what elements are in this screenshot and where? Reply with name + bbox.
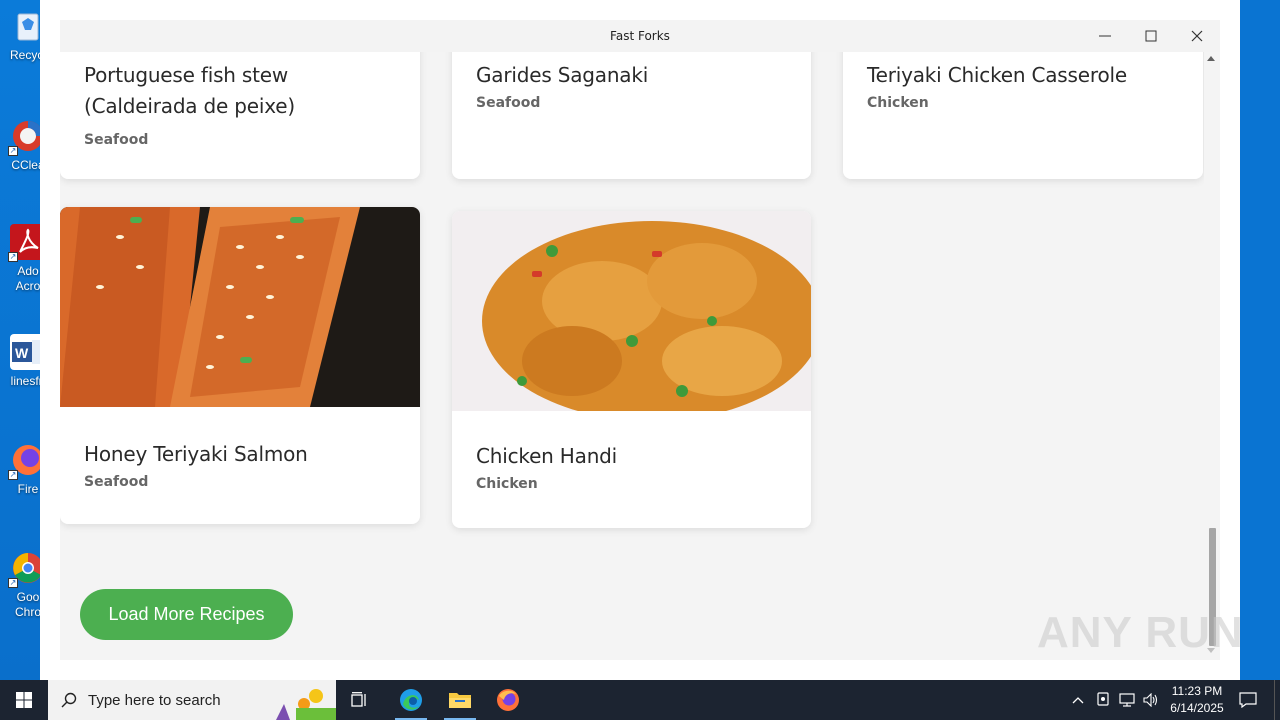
start-button[interactable] <box>0 680 48 720</box>
shortcut-arrow-icon: ↗ <box>8 578 18 588</box>
chevron-up-icon <box>1072 697 1084 704</box>
recipe-name: Garides Saganaki <box>476 63 649 87</box>
clock-time: 11:23 PM <box>1171 684 1223 698</box>
network-icon <box>1119 693 1135 707</box>
close-icon <box>1191 30 1203 42</box>
app-window: Fast Forks Portuguese fish stew (Caldeir… <box>40 0 1240 680</box>
windows-logo-icon <box>16 692 32 708</box>
recipe-category: Seafood <box>476 95 541 111</box>
minimize-icon <box>1099 35 1111 37</box>
vertical-scrollbar[interactable] <box>1204 52 1220 660</box>
close-button[interactable] <box>1174 20 1220 52</box>
volume-button[interactable] <box>1140 680 1162 720</box>
notification-icon <box>1239 692 1257 708</box>
shortcut-arrow-icon: ↗ <box>8 470 18 480</box>
taskbar: Type here to search 11:23 PM 6/14/2025 <box>0 680 1280 720</box>
search-icon <box>61 692 77 708</box>
recipe-card[interactable]: Teriyaki Chicken Casserole Chicken <box>843 52 1203 179</box>
task-view-icon <box>351 692 366 707</box>
taskbar-search-box[interactable]: Type here to search <box>48 680 336 720</box>
task-view-button[interactable] <box>336 680 384 720</box>
firefox-icon <box>497 689 519 711</box>
recipe-category: Seafood <box>84 132 149 148</box>
recipe-name: Teriyaki Chicken Casserole <box>867 63 1127 87</box>
window-title: Fast Forks <box>610 29 670 43</box>
clock-date: 6/14/2025 <box>1170 701 1224 715</box>
device-icon <box>1097 692 1109 706</box>
recipe-card[interactable]: Garides Saganaki Seafood <box>452 52 811 179</box>
minimize-button[interactable] <box>1082 20 1128 52</box>
recipe-image <box>60 207 420 407</box>
recipe-name: Chicken Handi <box>476 444 618 468</box>
recipe-card[interactable]: Honey Teriyaki Salmon Seafood <box>60 207 420 524</box>
recipe-name: Honey Teriyaki Salmon <box>84 442 308 466</box>
notifications-button[interactable] <box>1234 680 1262 720</box>
recipe-category: Chicken <box>476 476 538 492</box>
show-desktop-divider[interactable] <box>1274 680 1275 720</box>
recipe-name: Portuguese fish stew (Caldeirada de peix… <box>84 63 295 118</box>
load-more-button[interactable]: Load More Recipes <box>80 589 293 640</box>
title-bar[interactable]: Fast Forks <box>60 20 1220 52</box>
edge-icon <box>400 689 422 711</box>
taskbar-firefox[interactable] <box>484 680 532 720</box>
shortcut-arrow-icon: ↗ <box>8 252 18 262</box>
taskbar-edge[interactable] <box>387 680 435 720</box>
recipe-list: Portuguese fish stew (Caldeirada de peix… <box>60 52 1220 660</box>
recipe-card[interactable]: Chicken Handi Chicken <box>452 211 811 528</box>
taskbar-file-explorer[interactable] <box>436 680 484 720</box>
svg-text:W: W <box>15 345 29 361</box>
speaker-icon <box>1143 693 1158 707</box>
recipe-category: Chicken <box>867 95 929 111</box>
taskbar-clock[interactable]: 11:23 PM 6/14/2025 <box>1162 683 1232 717</box>
scroll-up-arrow-icon[interactable] <box>1207 56 1215 61</box>
maximize-icon <box>1145 30 1157 42</box>
recipe-image <box>452 211 811 411</box>
anyrun-watermark: ANY RUN <box>1037 608 1244 657</box>
desktop-right-edge <box>1240 0 1280 680</box>
tray-device-icon-button[interactable] <box>1092 680 1114 720</box>
recipe-card[interactable]: Portuguese fish stew (Caldeirada de peix… <box>60 52 420 179</box>
show-hidden-icons-button[interactable] <box>1068 680 1088 720</box>
folder-icon <box>449 693 471 708</box>
network-button[interactable] <box>1116 680 1138 720</box>
recipe-category: Seafood <box>84 474 149 490</box>
shortcut-arrow-icon: ↗ <box>8 146 18 156</box>
maximize-button[interactable] <box>1128 20 1174 52</box>
search-placeholder: Type here to search <box>88 691 221 709</box>
search-highlight-flowers-icon <box>276 689 336 720</box>
